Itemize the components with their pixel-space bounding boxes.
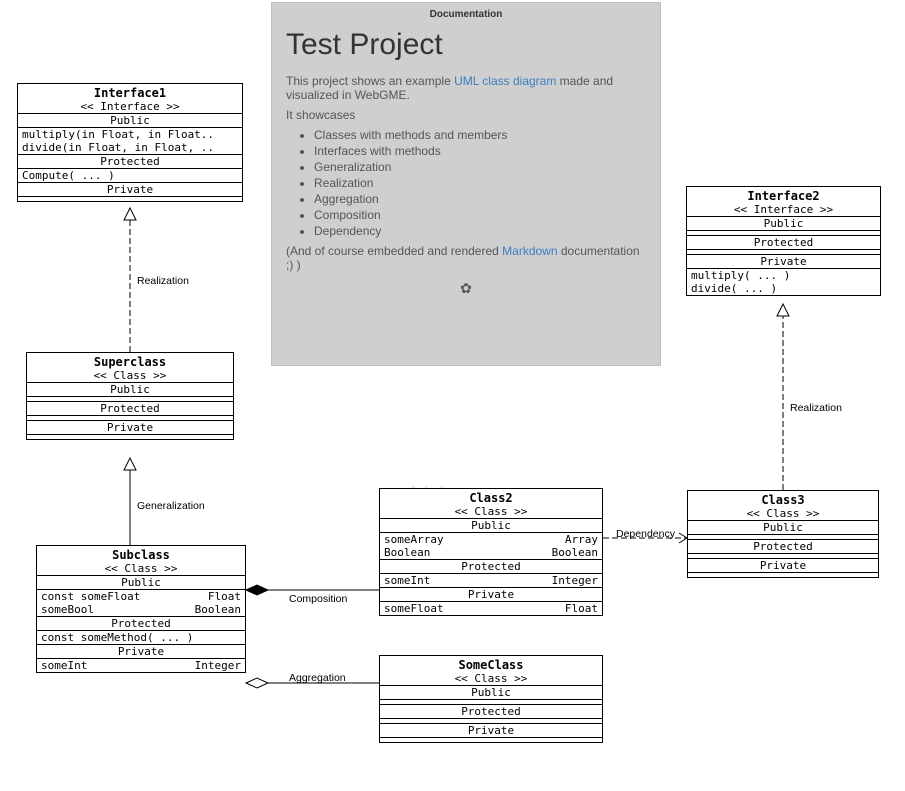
member: const someFloatFloat [37, 590, 245, 603]
section-public: Public [18, 114, 242, 128]
node-class3[interactable]: Class3 << Class >> Public Protected Priv… [687, 490, 879, 578]
node-header: Class3 << Class >> [688, 491, 878, 521]
edge-label-composition: Composition [289, 593, 347, 605]
member: divide( ... ) [687, 282, 880, 295]
doc-item: Aggregation [314, 192, 646, 206]
member: someIntInteger [37, 659, 245, 672]
edge-label-realization2: Realization [790, 402, 842, 414]
node-header: Subclass << Class >> [37, 546, 245, 576]
doc-header: Documentation [286, 9, 646, 20]
node-title: Class3 [688, 493, 878, 507]
node-stereotype: << Class >> [37, 562, 245, 575]
doc-link-markdown[interactable]: Markdown [502, 244, 557, 258]
node-header: Interface1 << Interface >> [18, 84, 242, 114]
edge-label-realization1: Realization [137, 275, 189, 287]
member: multiply(in Float, in Float.. [18, 128, 242, 141]
node-title: Class2 [380, 491, 602, 505]
doc-showcase-list: Classes with methods and members Interfa… [286, 128, 646, 238]
node-title: Subclass [37, 548, 245, 562]
section-public: Public [37, 576, 245, 590]
node-header: Class2 << Class >> [380, 489, 602, 519]
node-title: SomeClass [380, 658, 602, 672]
doc-item: Generalization [314, 160, 646, 174]
doc-item: Interfaces with methods [314, 144, 646, 158]
node-stereotype: << Interface >> [18, 100, 242, 113]
node-subclass[interactable]: Subclass << Class >> Public const someFl… [36, 545, 246, 673]
section-private: Private [380, 588, 602, 602]
node-header: Interface2 << Interface >> [687, 187, 880, 217]
doc-showcases-label: It showcases [286, 108, 646, 122]
node-stereotype: << Interface >> [687, 203, 880, 216]
section-private: Private [688, 559, 878, 573]
doc-title: Test Project [286, 28, 646, 62]
section-public: Public [380, 686, 602, 700]
doc-link-uml[interactable]: UML class diagram [454, 74, 556, 88]
member: someArrayArray [380, 533, 602, 546]
section-private: Private [687, 255, 880, 269]
node-class2[interactable]: Class2 << Class >> Public someArrayArray… [379, 488, 603, 616]
node-title: Interface2 [687, 189, 880, 203]
uml-canvas: ALL Realization Generalization Compositi… [0, 0, 905, 791]
member: const someMethod( ... ) [37, 631, 245, 644]
section-public: Public [380, 519, 602, 533]
member: divide(in Float, in Float, .. [18, 141, 242, 154]
member: BooleanBoolean [380, 546, 602, 559]
node-stereotype: << Class >> [27, 369, 233, 382]
node-interface2[interactable]: Interface2 << Interface >> Public Protec… [686, 186, 881, 296]
edge-label-generalization: Generalization [137, 500, 205, 512]
node-superclass[interactable]: Superclass << Class >> Public Protected … [26, 352, 234, 440]
section-public: Public [27, 383, 233, 397]
section-public: Public [688, 521, 878, 535]
member: someBoolBoolean [37, 603, 245, 616]
section-private: Private [37, 645, 245, 659]
node-interface1[interactable]: Interface1 << Interface >> Public multip… [17, 83, 243, 202]
section-protected: Protected [688, 540, 878, 554]
edge-label-dependency: Dependency [616, 528, 675, 540]
section-private: Private [27, 421, 233, 435]
section-protected: Protected [687, 236, 880, 250]
gear-icon[interactable]: ✿ [286, 280, 646, 297]
section-protected: Protected [380, 705, 602, 719]
documentation-panel[interactable]: Documentation Test Project This project … [271, 2, 661, 366]
section-protected: Protected [18, 155, 242, 169]
node-stereotype: << Class >> [380, 505, 602, 518]
member: someIntInteger [380, 574, 602, 587]
doc-intro: This project shows an example UML class … [286, 74, 646, 102]
node-title: Superclass [27, 355, 233, 369]
node-title: Interface1 [18, 86, 242, 100]
section-protected: Protected [27, 402, 233, 416]
node-header: Superclass << Class >> [27, 353, 233, 383]
section-private: Private [18, 183, 242, 197]
doc-item: Composition [314, 208, 646, 222]
section-public: Public [687, 217, 880, 231]
doc-footer: (And of course embedded and rendered Mar… [286, 244, 646, 272]
section-protected: Protected [380, 560, 602, 574]
edge-label-aggregation: Aggregation [289, 672, 346, 684]
doc-item: Realization [314, 176, 646, 190]
member: Compute( ... ) [18, 169, 242, 182]
member: someFloatFloat [380, 602, 602, 615]
node-header: SomeClass << Class >> [380, 656, 602, 686]
node-someclass[interactable]: SomeClass << Class >> Public Protected P… [379, 655, 603, 743]
node-stereotype: << Class >> [380, 672, 602, 685]
member: multiply( ... ) [687, 269, 880, 282]
section-protected: Protected [37, 617, 245, 631]
section-private: Private [380, 724, 602, 738]
doc-item: Dependency [314, 224, 646, 238]
doc-item: Classes with methods and members [314, 128, 646, 142]
node-stereotype: << Class >> [688, 507, 878, 520]
